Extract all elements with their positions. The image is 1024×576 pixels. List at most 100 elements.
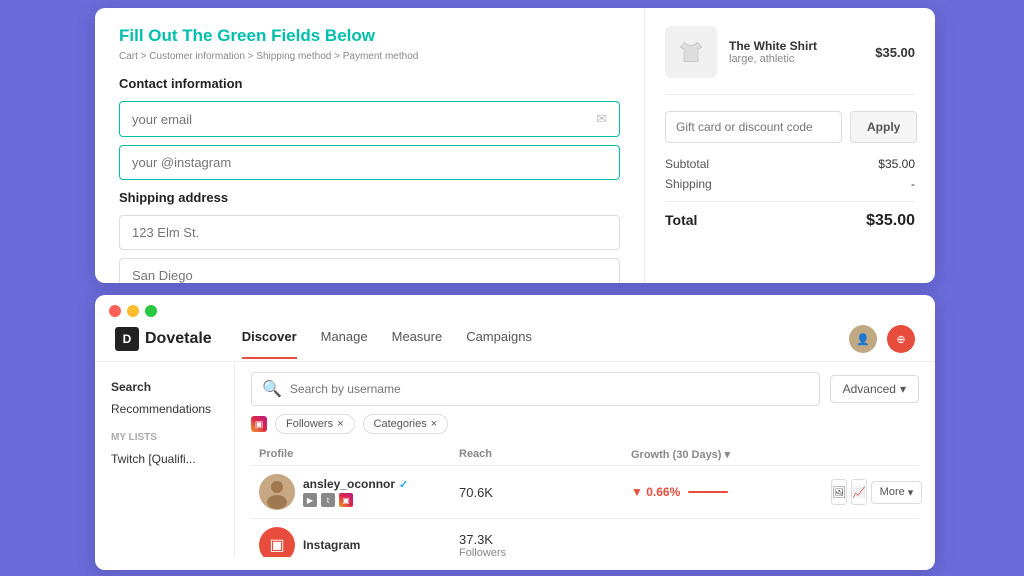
help-icon[interactable]: ⊕ (887, 325, 915, 353)
nav-manage[interactable]: Manage (321, 329, 368, 350)
product-price: $35.00 (875, 45, 915, 60)
twitter-icon: t (321, 493, 335, 507)
growth-value-1: ▼ 0.66% (631, 485, 680, 499)
avatar-1 (259, 474, 295, 510)
email-icon: ✉ (596, 111, 607, 127)
checkout-right: The White Shirt large, athletic $35.00 A… (645, 8, 935, 283)
product-variant: large, athletic (729, 53, 875, 65)
content-area: Search Recommendations MY LISTS Twitch [… (95, 362, 935, 557)
nav-items: Discover Manage Measure Campaigns (242, 329, 849, 350)
categories-filter-label: Categories (374, 418, 427, 430)
chevron-down-icon: ▾ (900, 382, 906, 396)
nav-measure[interactable]: Measure (392, 329, 443, 350)
subtotal-row: Subtotal $35.00 (665, 157, 915, 171)
reach-cell-2: 37.3K Followers (459, 532, 631, 558)
followers-filter-chip[interactable]: Followers × (275, 414, 355, 434)
youtube-icon: ▶ (303, 493, 317, 507)
instagram-field-wrapper[interactable] (119, 145, 620, 180)
sidebar-item-search[interactable]: Search (111, 376, 218, 398)
instagram-profile-info: Instagram (303, 538, 360, 552)
growth-line-1 (688, 491, 728, 493)
breadcrumb: Cart > Customer information > Shipping m… (119, 51, 620, 62)
followers-filter-close-icon[interactable]: × (337, 418, 343, 430)
discount-row: Apply (665, 111, 915, 143)
social-icons-1: ▶ t ▣ (303, 493, 408, 507)
sidebar-item-recommendations[interactable]: Recommendations (111, 398, 218, 420)
growth-header-label: Growth (30 Days) (631, 449, 721, 461)
more-chevron-icon: ▾ (908, 486, 914, 499)
checkout-title: Fill Out The Green Fields Below (119, 26, 620, 46)
profile-username-1: ansley_oconnor ✓ (303, 477, 408, 491)
followers-filter-label: Followers (286, 418, 333, 430)
product-info: The White Shirt large, athletic (729, 39, 875, 65)
insta-avatar: ▣ (259, 527, 295, 557)
profile-cell-1: ansley_oconnor ✓ ▶ t ▣ (259, 474, 459, 510)
city-input[interactable] (119, 258, 620, 283)
instagram-filter-icon: ▣ (251, 416, 267, 432)
sidebar-my-lists-label: MY LISTS (111, 432, 218, 443)
reach-value-2: 37.3K (459, 532, 631, 547)
instagram-cell: ▣ Instagram (259, 527, 459, 557)
image-icon-btn[interactable]: 🖼 (831, 479, 847, 505)
email-field-wrapper[interactable]: ✉ (119, 101, 620, 137)
categories-filter-close-icon[interactable]: × (431, 418, 437, 430)
instagram-icon: ▣ (339, 493, 353, 507)
nav-bar: D Dovetale Discover Manage Measure Campa… (95, 317, 935, 362)
growth-header[interactable]: Growth (30 Days) ▾ (631, 448, 831, 461)
subtotal-label: Subtotal (665, 157, 709, 171)
total-label: Total (665, 212, 697, 230)
profile-header: Profile (259, 448, 459, 461)
dovetale-panel: D Dovetale Discover Manage Measure Campa… (95, 295, 935, 570)
shipping-section-label: Shipping address (119, 190, 620, 205)
nav-campaigns[interactable]: Campaigns (466, 329, 532, 350)
more-button-1[interactable]: More ▾ (871, 481, 923, 504)
sidebar: Search Recommendations MY LISTS Twitch [… (95, 362, 235, 557)
product-image (665, 26, 717, 78)
minimize-dot[interactable] (127, 305, 139, 317)
nav-right: 👤 ⊕ (849, 325, 915, 353)
search-icon: 🔍 (262, 379, 282, 399)
shipping-value: - (911, 177, 915, 191)
checkout-left: Fill Out The Green Fields Below Cart > C… (95, 8, 645, 283)
actions-header (831, 448, 911, 461)
sort-icon: ▾ (725, 449, 731, 461)
subtotal-value: $35.00 (878, 157, 915, 171)
shipping-row: Shipping - (665, 177, 915, 191)
contact-section-label: Contact information (119, 76, 620, 91)
shipping-label: Shipping (665, 177, 712, 191)
search-row: 🔍 Advanced ▾ (251, 372, 919, 406)
close-dot[interactable] (109, 305, 121, 317)
search-input[interactable] (290, 382, 809, 396)
checkout-panel: Fill Out The Green Fields Below Cart > C… (95, 8, 935, 283)
apply-button[interactable]: Apply (850, 111, 917, 143)
instagram-username: Instagram (303, 538, 360, 552)
logo-icon: D (115, 327, 139, 351)
avatar[interactable]: 👤 (849, 325, 877, 353)
nav-discover[interactable]: Discover (242, 329, 297, 350)
reach-cell-1: 70.6K (459, 485, 631, 500)
search-box: 🔍 (251, 372, 820, 406)
logo-text: Dovetale (145, 330, 212, 348)
address-input[interactable] (119, 215, 620, 250)
instagram-input[interactable] (132, 155, 607, 170)
maximize-dot[interactable] (145, 305, 157, 317)
categories-filter-chip[interactable]: Categories × (363, 414, 449, 434)
email-input[interactable] (132, 112, 596, 127)
window-controls (95, 295, 935, 317)
chart-icon-btn[interactable]: 📈 (851, 479, 867, 505)
product-row: The White Shirt large, athletic $35.00 (665, 26, 915, 95)
reach-header: Reach (459, 448, 631, 461)
table-row: ansley_oconnor ✓ ▶ t ▣ 70.6K ▼ 0.66% (251, 466, 919, 519)
filter-row: ▣ Followers × Categories × (251, 414, 919, 434)
discount-input[interactable] (665, 111, 842, 143)
table-header: Profile Reach Growth (30 Days) ▾ (251, 444, 919, 466)
action-icons-1: 🖼 📈 More ▾ (831, 479, 911, 505)
advanced-label: Advanced (843, 382, 896, 396)
sidebar-item-list[interactable]: Twitch [Qualifi... (111, 448, 218, 470)
table-row-2: ▣ Instagram 37.3K Followers (251, 519, 919, 557)
main-content: 🔍 Advanced ▾ ▣ Followers × Categories × (235, 362, 935, 557)
product-name: The White Shirt (729, 39, 875, 53)
reach-label-2: Followers (459, 547, 631, 558)
verified-badge-1: ✓ (399, 478, 408, 491)
advanced-button[interactable]: Advanced ▾ (830, 375, 919, 403)
